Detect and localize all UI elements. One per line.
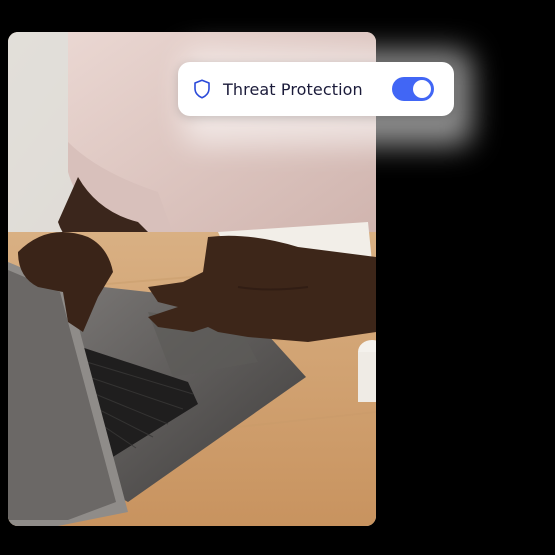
threat-protection-card: Threat Protection [178, 62, 454, 116]
shield-icon [193, 79, 211, 99]
threat-protection-toggle[interactable] [392, 77, 434, 101]
toggle-knob [413, 80, 431, 98]
hero-illustration: Threat Protection [0, 0, 555, 555]
threat-protection-label: Threat Protection [223, 79, 363, 99]
